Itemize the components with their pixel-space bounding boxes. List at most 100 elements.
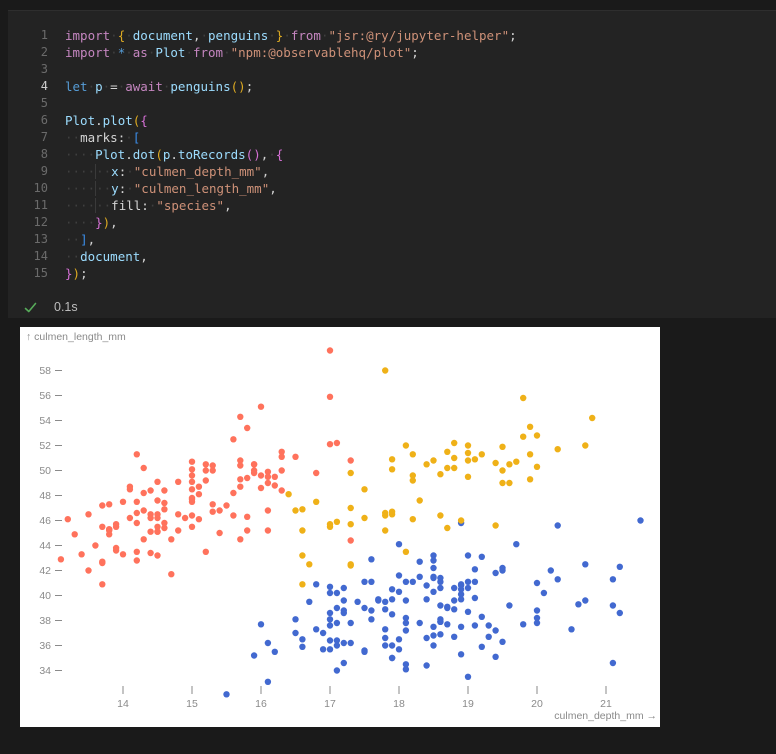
execution-time: 0.1s (54, 300, 78, 314)
data-point-adelie (492, 654, 498, 660)
data-point-chinstrap (534, 464, 540, 470)
data-point-chinstrap (299, 506, 305, 512)
data-point-adelie (437, 585, 443, 591)
data-point-adelie (396, 646, 402, 652)
code-line[interactable]: 2import·*·as·Plot·from·"npm:@observableh… (8, 44, 776, 61)
code-line[interactable]: 3 (8, 61, 776, 78)
code-line[interactable]: 1import·{·document,·penguins·}·from·"jsr… (8, 27, 776, 44)
code-line[interactable]: 13··], (8, 231, 776, 248)
x-tick-label: 16 (255, 698, 267, 710)
data-point-gentoo (147, 529, 153, 535)
code-line[interactable]: 5 (8, 95, 776, 112)
data-point-gentoo (141, 536, 147, 542)
data-point-chinstrap (506, 480, 512, 486)
data-point-adelie (472, 622, 478, 628)
code-line[interactable]: 9······x:·"culmen_depth_mm", (8, 163, 776, 180)
data-point-chinstrap (458, 517, 464, 523)
y-tick-label: 42 (39, 565, 51, 577)
data-point-gentoo (272, 474, 278, 480)
data-point-gentoo (251, 470, 257, 476)
data-point-gentoo (327, 347, 333, 353)
data-point-adelie (341, 640, 347, 646)
data-point-adelie (396, 541, 402, 547)
line-number: 7 (8, 129, 48, 146)
data-point-adelie (382, 635, 388, 641)
data-point-adelie (582, 561, 588, 567)
code-line[interactable]: 8····Plot.dot(p.toRecords(),·{ (8, 146, 776, 163)
data-point-gentoo (203, 477, 209, 483)
data-point-gentoo (258, 404, 264, 410)
data-point-adelie (389, 596, 395, 602)
code-cell[interactable]: 1import·{·document,·penguins·}·from·"jsr… (8, 10, 776, 318)
data-point-chinstrap (403, 549, 409, 555)
data-point-gentoo (258, 485, 264, 491)
data-point-adelie (403, 620, 409, 626)
data-point-chinstrap (327, 521, 333, 527)
data-point-chinstrap (299, 527, 305, 533)
data-point-adelie (410, 579, 416, 585)
data-point-adelie (306, 599, 312, 605)
data-point-chinstrap (444, 525, 450, 531)
data-point-chinstrap (589, 415, 595, 421)
data-point-gentoo (334, 440, 340, 446)
data-point-gentoo (210, 462, 216, 468)
data-point-gentoo (348, 457, 354, 463)
y-tick-label: 48 (39, 490, 51, 502)
code-text: }); (48, 265, 88, 282)
line-number: 2 (8, 44, 48, 61)
data-point-gentoo (251, 461, 257, 467)
data-point-gentoo (189, 524, 195, 530)
data-point-adelie (423, 662, 429, 668)
data-point-gentoo (134, 451, 140, 457)
line-number: 14 (8, 248, 48, 265)
data-point-adelie (499, 565, 505, 571)
data-point-adelie (265, 679, 271, 685)
data-point-adelie (430, 574, 436, 580)
data-point-adelie (389, 611, 395, 617)
data-point-adelie (568, 626, 574, 632)
data-point-gentoo (58, 556, 64, 562)
data-point-adelie (555, 576, 561, 582)
x-tick-label: 21 (600, 698, 612, 710)
data-point-gentoo (120, 551, 126, 557)
data-point-adelie (479, 554, 485, 560)
data-point-adelie (430, 589, 436, 595)
data-point-adelie (341, 660, 347, 666)
data-point-adelie (292, 616, 298, 622)
code-line[interactable]: 6Plot.plot({ (8, 112, 776, 129)
data-point-chinstrap (492, 460, 498, 466)
x-tick-label: 18 (393, 698, 405, 710)
data-point-adelie (444, 605, 450, 611)
code-line[interactable]: 7··marks:·[ (8, 129, 776, 146)
code-text: ··marks:·[ (48, 129, 140, 146)
code-line[interactable]: 10······y:·"culmen_length_mm", (8, 180, 776, 197)
data-point-chinstrap (451, 465, 457, 471)
data-point-chinstrap (410, 451, 416, 457)
code-line[interactable]: 14··document, (8, 248, 776, 265)
code-line[interactable]: 4let·p·=·await·penguins(); (8, 78, 776, 95)
data-point-adelie (354, 599, 360, 605)
data-point-adelie (327, 584, 333, 590)
data-point-gentoo (189, 459, 195, 465)
data-point-gentoo (237, 462, 243, 468)
code-text: import·{·document,·penguins·}·from·"jsr:… (48, 27, 517, 44)
y-tick-label: 34 (39, 665, 51, 677)
code-line[interactable]: 12····}), (8, 214, 776, 231)
code-editor[interactable]: 1import·{·document,·penguins·}·from·"jsr… (8, 11, 776, 282)
code-text: ····}), (48, 214, 118, 231)
data-point-gentoo (196, 484, 202, 490)
code-text: ······x:·"culmen_depth_mm", (48, 163, 269, 180)
data-point-gentoo (175, 479, 181, 485)
line-number: 1 (8, 27, 48, 44)
data-point-adelie (617, 610, 623, 616)
data-point-chinstrap (444, 449, 450, 455)
data-point-adelie (417, 620, 423, 626)
data-point-gentoo (85, 567, 91, 573)
line-number: 4 (8, 78, 48, 95)
code-line[interactable]: 15}); (8, 265, 776, 282)
code-line[interactable]: 11······fill:·"species", (8, 197, 776, 214)
data-point-adelie (382, 599, 388, 605)
data-point-chinstrap (382, 512, 388, 518)
line-number: 9 (8, 163, 48, 180)
data-point-adelie (313, 626, 319, 632)
